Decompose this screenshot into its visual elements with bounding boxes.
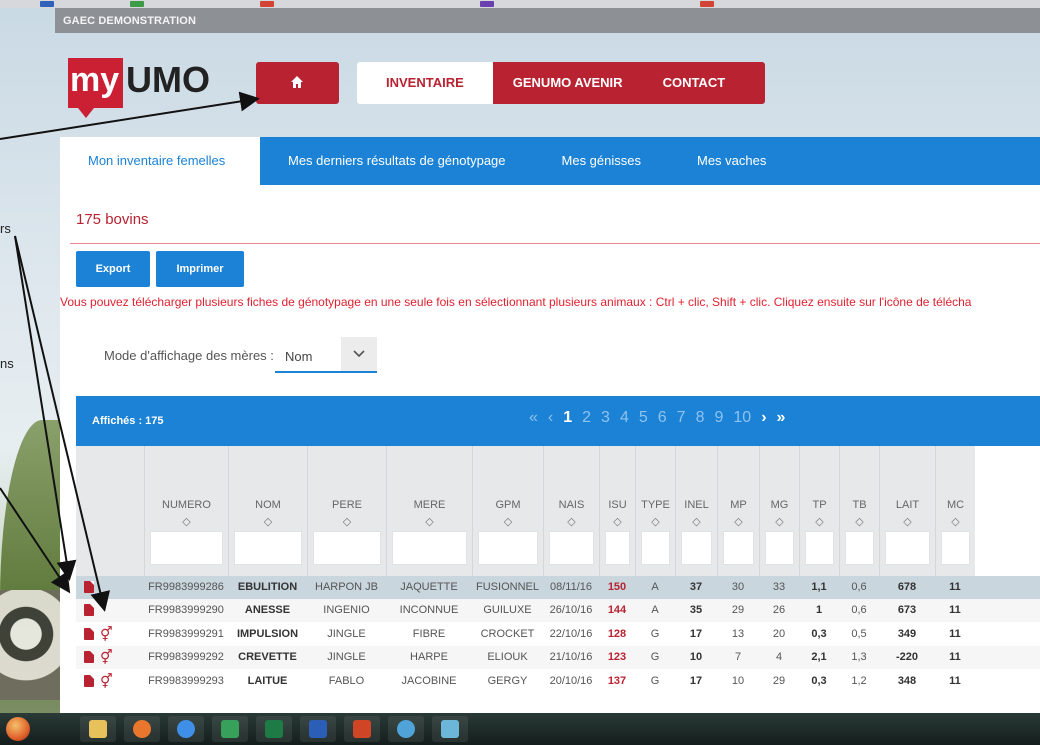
start-button[interactable] [6,717,30,741]
photos-taskbar-icon[interactable] [432,716,468,742]
project-taskbar-icon[interactable] [212,716,248,742]
powerpoint-taskbar-icon[interactable] [344,716,380,742]
arrow-to-home [0,91,260,140]
excel-taskbar-icon[interactable] [256,716,292,742]
network-taskbar-icon[interactable] [388,716,424,742]
arrow-to-gene [14,235,111,612]
windows-taskbar [0,713,1040,745]
side-text-ns: ns [0,356,14,371]
firefox-taskbar-icon[interactable] [124,716,160,742]
arrow-to-pdf [14,235,77,581]
explorer-taskbar-icon[interactable] [80,716,116,742]
annotation-arrows [0,91,260,612]
side-text-rs: rs [0,221,11,236]
chrome-taskbar-icon[interactable] [168,716,204,742]
word-taskbar-icon[interactable] [300,716,336,742]
